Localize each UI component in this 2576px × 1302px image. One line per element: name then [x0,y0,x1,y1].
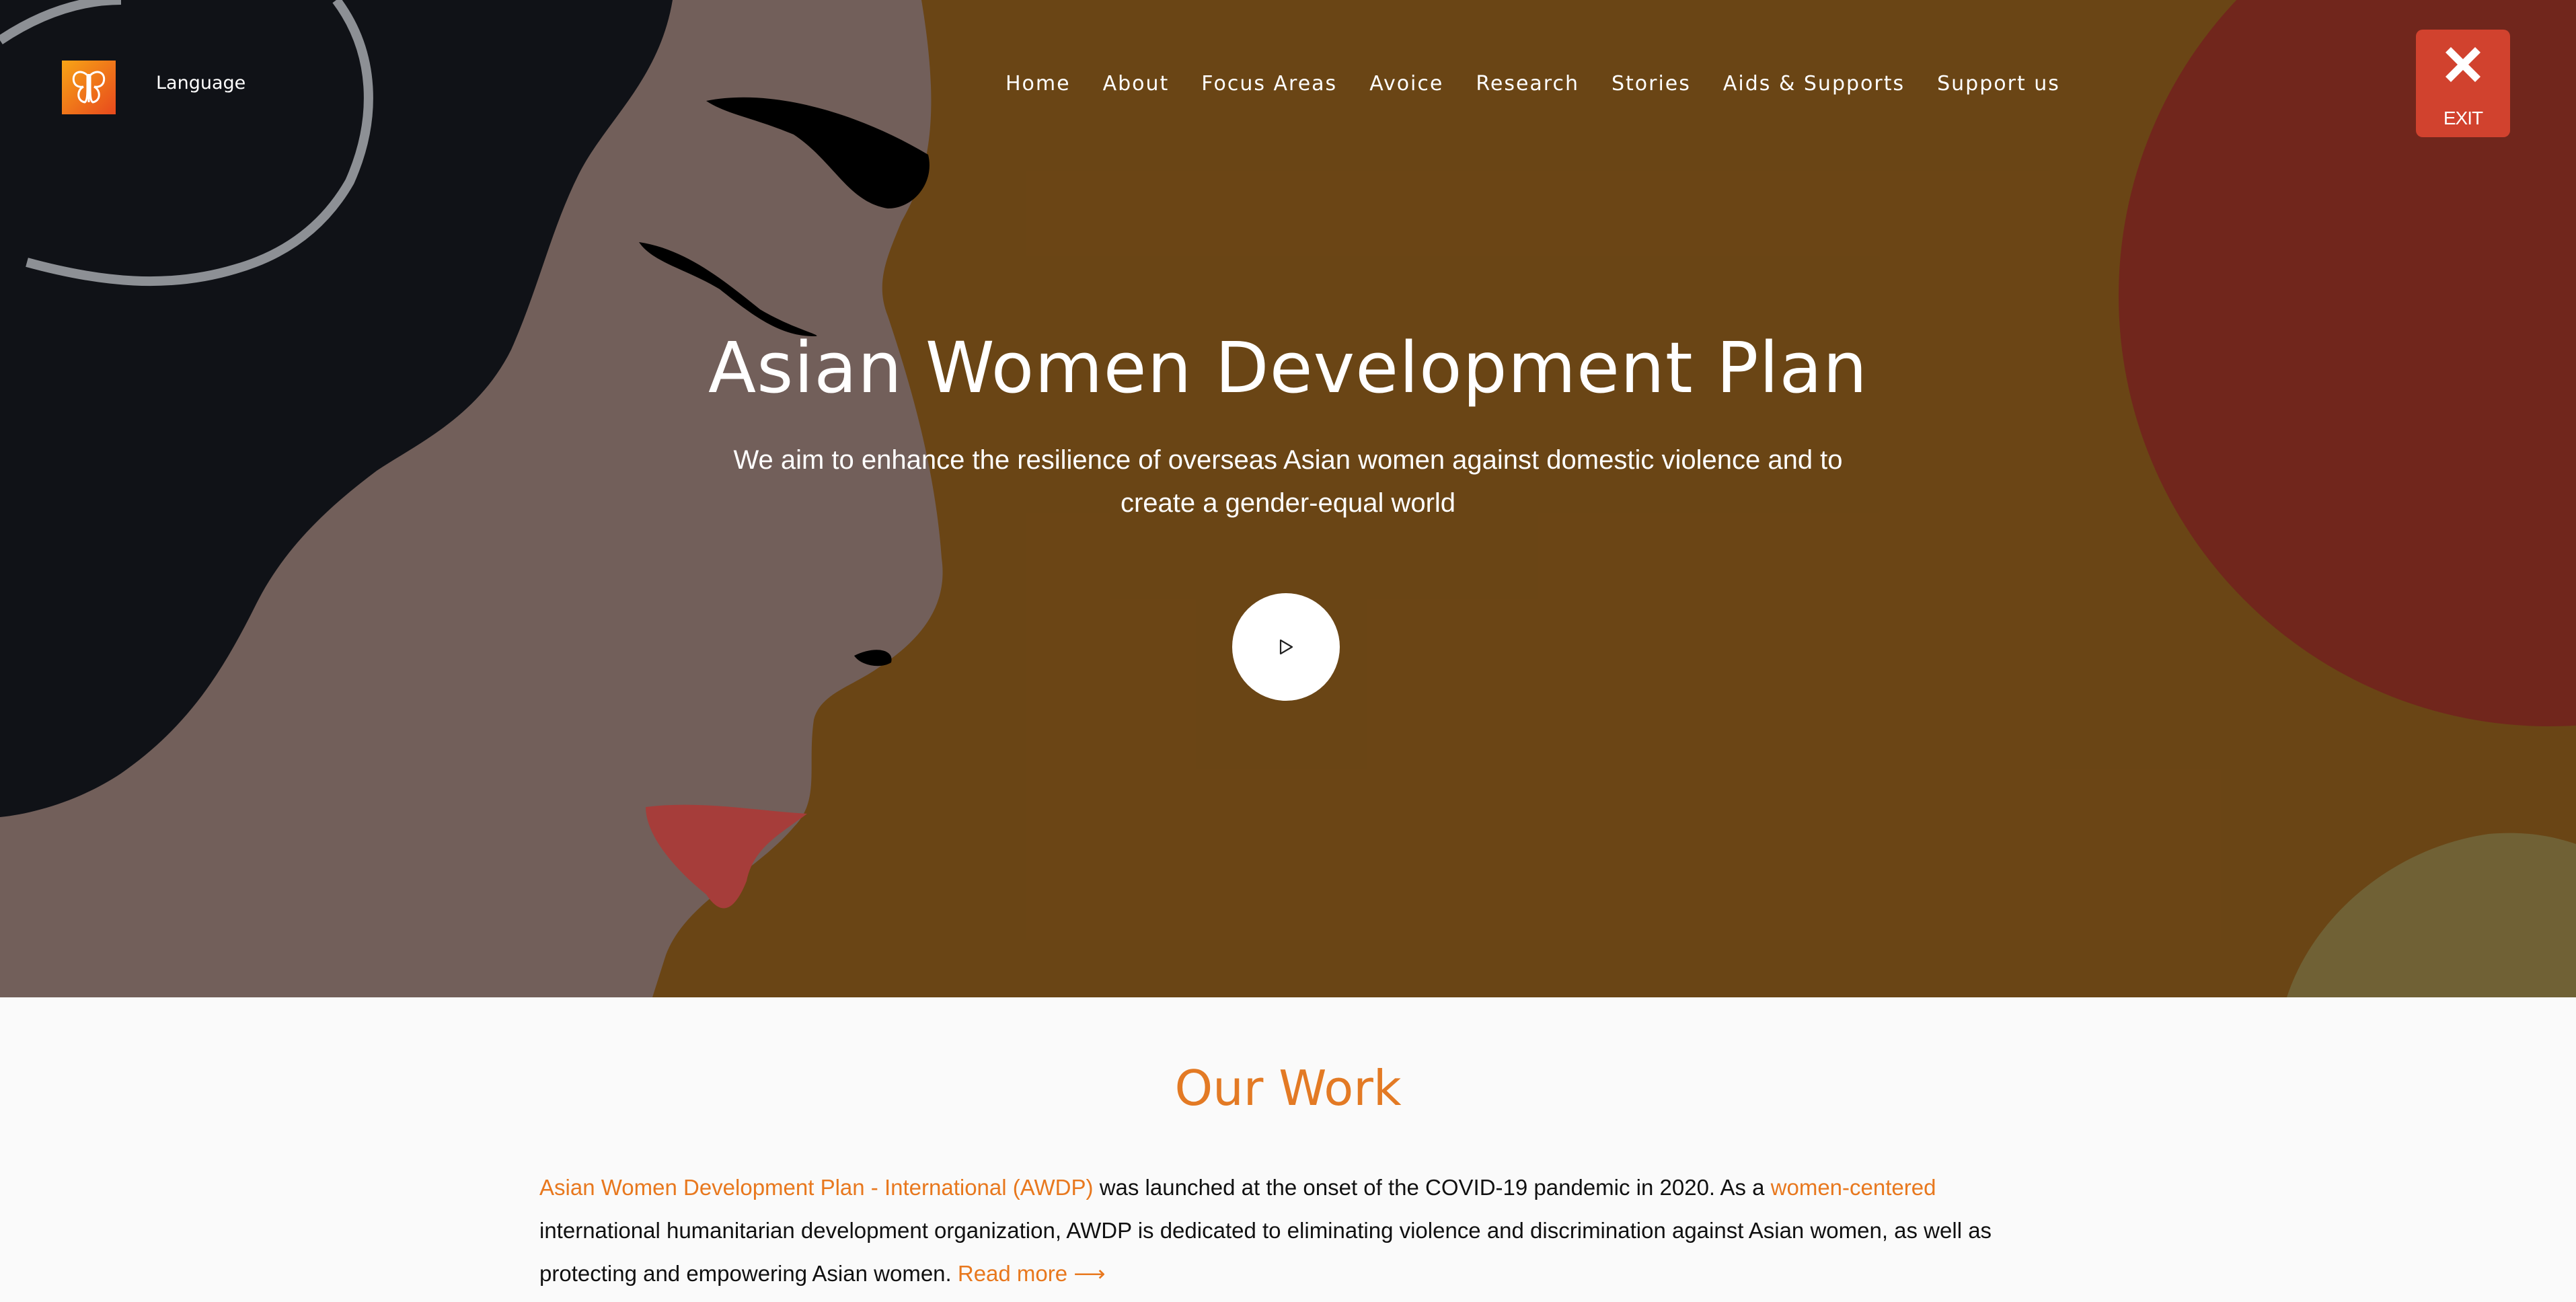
read-more-link[interactable]: Read more ⟶ [958,1261,1106,1286]
our-work-text-1: was launched at the onset of the COVID-1… [1093,1175,1771,1200]
women-centered-link[interactable]: women-centered [1771,1175,1936,1200]
nav-focus-areas[interactable]: Focus Areas [1201,72,1337,95]
our-work-text-2: international humanitarian development o… [539,1218,1992,1286]
hero-subtitle: We aim to enhance the resilience of over… [733,445,1843,518]
exit-button[interactable]: EXIT [2416,30,2510,137]
language-selector[interactable]: Language [156,73,245,93]
butterfly-logo[interactable] [62,61,116,114]
play-icon [1279,639,1293,655]
play-video-button[interactable] [1232,593,1340,701]
close-icon [2446,47,2480,82]
org-name-link[interactable]: Asian Women Development Plan - Internati… [539,1175,1094,1200]
main-nav: Home About Focus Areas Avoice Research S… [1006,67,2092,100]
exit-label: EXIT [2443,108,2483,128]
nav-support-us[interactable]: Support us [1937,72,2060,95]
nav-about[interactable]: About [1103,72,1170,95]
nav-aids-supports[interactable]: Aids & Supports [1723,72,1905,95]
hero-title: Asian Women Development Plan [708,327,1868,409]
nav-research[interactable]: Research [1476,72,1579,95]
butterfly-icon [72,71,106,104]
our-work-title: Our Work [1174,1060,1402,1116]
our-work-description: Asian Women Development Plan - Internati… [539,1166,2039,1295]
nav-stories[interactable]: Stories [1612,72,1691,95]
nav-home[interactable]: Home [1006,72,1071,95]
hero-section: Language Home About Focus Areas Avoice R… [0,0,2576,997]
nav-avoice[interactable]: Avoice [1369,72,1443,95]
